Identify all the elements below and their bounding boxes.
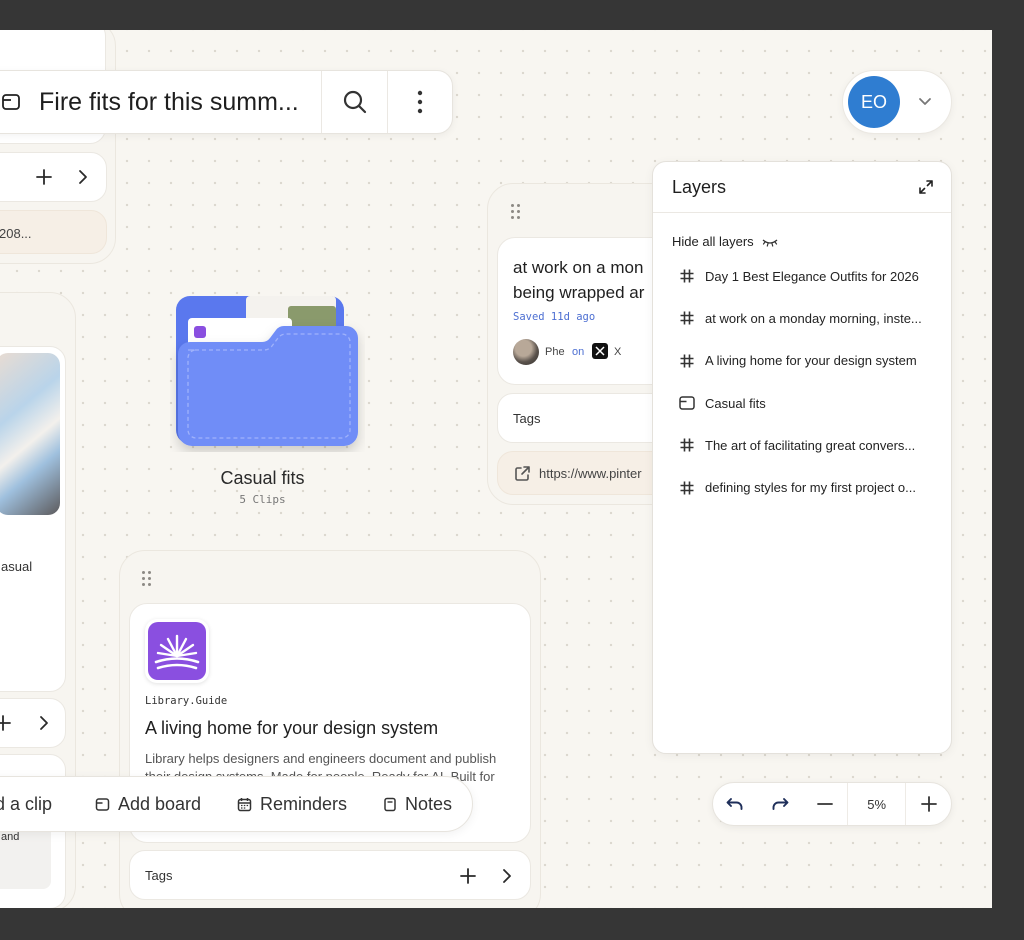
layers-title: Layers [672,176,727,197]
library-logo-icon [148,622,206,680]
reminders-label: Reminders [260,794,348,814]
folder-name: Casual fits [220,468,305,488]
layers-list: Day 1 Best Elegance Outfits for 2026 at … [653,253,951,509]
left-bottom-text: and [1,831,20,843]
hash-icon [679,353,695,369]
library-title: A living home for your design system [145,718,439,738]
calendar-icon [237,797,252,812]
x-logo-icon [592,343,608,359]
eye-closed-icon [762,237,778,247]
left-image-tags-row[interactable] [0,698,66,748]
layer-item[interactable]: Day 1 Best Elegance Outfits for 2026 [679,255,951,297]
redo-icon [771,797,789,811]
avatar[interactable]: EO [848,76,900,128]
add-tag-icon[interactable] [34,167,54,187]
board-title[interactable]: Fire fits for this summ... [39,88,299,117]
drag-handle-icon[interactable] [511,204,523,220]
clip-saved-time: Saved 11d ago [513,311,596,323]
undo-button[interactable] [713,783,758,825]
left-image-card[interactable]: asual [0,346,66,692]
zoom-controls: 5% [712,782,952,826]
drag-handle-icon[interactable] [142,571,154,587]
external-link-icon [514,465,531,482]
undo-icon [726,797,744,811]
left-clip-text: asual [1,559,33,574]
hide-all-layers-button[interactable]: Hide all layers [653,213,951,253]
layer-label: at work on a monday morning, inste... [705,310,922,326]
note-icon [383,797,397,812]
notes-button[interactable]: Notes [383,794,452,815]
bottom-toolbar: d a clip Add board Reminders Notes [0,776,473,832]
folder-icon [176,296,358,446]
reminders-button[interactable]: Reminders [237,794,347,815]
board-icon [1,92,21,112]
clip-author-avatar [513,339,539,365]
zoom-level[interactable]: 5% [846,783,907,825]
hash-icon [679,268,695,284]
folder-icon [679,395,695,411]
hash-icon [679,480,695,496]
layer-item[interactable]: at work on a monday morning, inste... [679,297,951,339]
clip-on: on [572,346,585,358]
more-menu-button[interactable] [387,71,452,133]
left-top-tags-row[interactable] [0,152,107,202]
hash-icon [679,437,695,453]
plus-icon [920,795,938,813]
layer-item[interactable]: Casual fits [679,382,951,424]
account-menu[interactable]: EO [842,70,952,134]
layers-panel: Layers Hide all layers Day 1 Best Elegan… [652,161,952,754]
layer-item[interactable]: defining styles for my first project o..… [679,466,951,508]
clip-url[interactable]: https://www.pinter [539,466,642,481]
add-board-label: Add board [118,794,202,814]
add-tag-icon[interactable] [0,713,13,733]
clip-title: at work on a mon being wrapped ar [513,258,645,302]
layer-label: defining styles for my first project o..… [705,480,916,496]
add-clip-button[interactable]: d a clip [0,794,52,815]
layer-label: Day 1 Best Elegance Outfits for 2026 [705,268,919,284]
library-site: Library.Guide [145,695,228,707]
layer-label: Casual fits [705,395,766,411]
layer-item[interactable]: A living home for your design system [679,340,951,382]
chevron-right-icon[interactable] [37,715,51,731]
add-clip-label: d a clip [0,794,53,814]
expand-icon[interactable] [919,180,933,194]
layers-header: Layers [653,162,951,213]
board-canvas[interactable]: 208... asual and Fire fits for this summ… [0,30,992,908]
folder-count: 5 Clips [239,493,286,506]
add-board-button[interactable]: Add board [95,794,201,815]
chevron-down-icon[interactable] [918,97,932,107]
add-tag-icon[interactable] [458,866,478,886]
clip-image [0,353,60,515]
clip-tags-label: Tags [513,411,541,426]
chevron-right-icon[interactable] [76,169,90,185]
board-title-bar[interactable]: Fire fits for this summ... [0,70,453,134]
library-tags-label: Tags [145,868,173,883]
left-top-url-row[interactable]: 208... [0,210,107,254]
minus-icon [816,802,833,806]
library-logo [145,619,209,683]
layer-item[interactable]: The art of facilitating great convers... [679,424,951,466]
more-vertical-icon [417,90,423,114]
chevron-right-icon[interactable] [500,868,514,884]
clip-author: Phe [545,346,565,358]
left-url-text: 208... [0,226,32,241]
zoom-in-button[interactable] [906,783,951,825]
library-tags-row[interactable]: Tags [129,850,531,900]
search-button[interactable] [322,71,387,133]
notes-label: Notes [405,794,453,814]
board-icon [95,797,110,812]
hide-all-label: Hide all layers [672,234,754,249]
hash-icon [679,310,695,326]
redo-button[interactable] [758,783,803,825]
search-icon [342,89,368,115]
folder-casual-fits[interactable]: Casual fits 5 Clips [170,292,365,507]
clip-platform: X [614,346,622,358]
layer-label: The art of facilitating great convers... [705,437,916,453]
layer-label: A living home for your design system [705,353,917,369]
zoom-out-button[interactable] [802,783,847,825]
